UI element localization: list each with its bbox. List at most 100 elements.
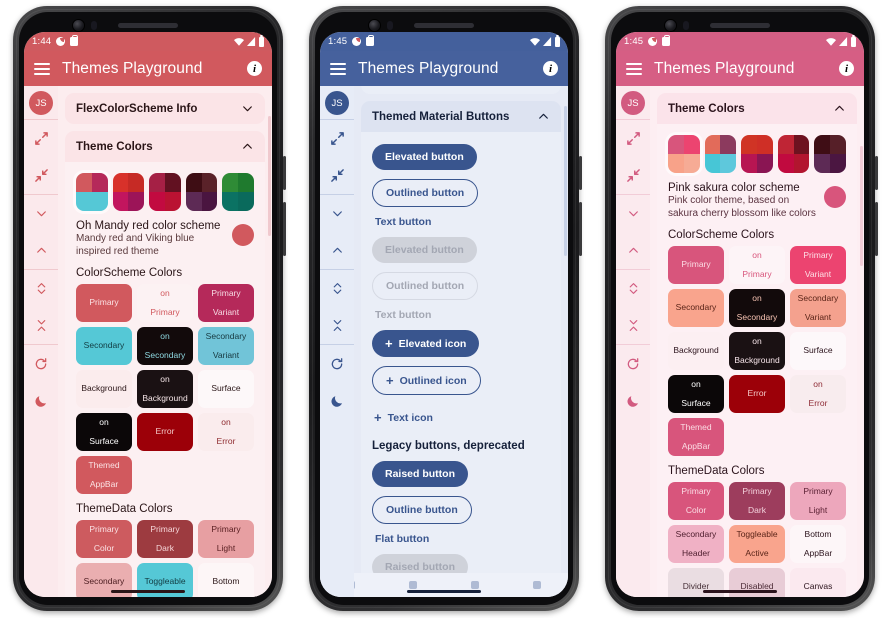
color-chip: on Background (137, 370, 193, 408)
color-chip: Toggleable Active (729, 525, 785, 563)
color-scheme-swatch-row[interactable] (76, 165, 254, 217)
card-page-examples-partial[interactable] (361, 86, 561, 94)
scheme-color-dot[interactable] (824, 186, 846, 208)
info-icon[interactable]: i (839, 61, 854, 76)
card-theme-colors[interactable]: Theme Colors Oh Mandy red color scheme M… (65, 131, 265, 597)
rail-chevron-up-button[interactable] (24, 232, 58, 269)
chevron-down-icon[interactable] (241, 102, 254, 115)
rail-dark-mode-button[interactable] (320, 382, 354, 419)
text-button[interactable]: Text button (375, 216, 550, 228)
color-chip-label: Secondary (205, 330, 247, 341)
volume-button[interactable] (283, 156, 286, 190)
rail-chevron-down-button[interactable] (24, 195, 58, 232)
card-flexcolorscheme-info[interactable]: FlexColorScheme Info (65, 93, 265, 124)
color-scheme-swatch[interactable] (185, 173, 218, 211)
rail-expand-arrows-button[interactable] (24, 120, 58, 157)
bottom-nav-item[interactable] (471, 581, 479, 589)
avatar[interactable]: JS (29, 91, 53, 115)
rail-expand-arrows-button[interactable] (616, 120, 650, 157)
card-header[interactable]: Theme Colors (65, 131, 265, 162)
rail-reset-button[interactable] (616, 345, 650, 382)
power-button[interactable] (875, 202, 878, 256)
elevated-button[interactable]: Elevated button (372, 144, 477, 170)
scrollbar[interactable] (860, 146, 863, 266)
rail-dark-mode-button[interactable] (616, 382, 650, 419)
scrollbar[interactable] (564, 106, 567, 256)
chevron-up-icon[interactable] (241, 140, 254, 153)
text-button[interactable]: + Text icon (372, 404, 446, 431)
rail-collapse-vertical-button[interactable] (616, 307, 650, 344)
rail-chevron-down-button[interactable] (320, 195, 354, 232)
power-button[interactable] (579, 202, 582, 256)
color-scheme-swatch[interactable] (704, 135, 737, 173)
reset-icon (35, 357, 47, 369)
rail-collapse-vertical-button[interactable] (320, 307, 354, 344)
rail-collapse-arrows-button[interactable] (616, 157, 650, 194)
elevated-button[interactable]: Raised button (372, 461, 468, 487)
rail-chevron-down-button[interactable] (616, 195, 650, 232)
color-chip-label: on (160, 330, 170, 341)
color-scheme-swatch[interactable] (814, 135, 846, 173)
bottom-navigation-bar[interactable] (320, 573, 568, 597)
outlined-button[interactable]: Outlined button (372, 179, 479, 207)
color-chip-label: Primary (150, 523, 180, 534)
card-header[interactable]: Themed Material Buttons (361, 101, 561, 132)
outlined-button[interactable]: Outline button (372, 496, 472, 524)
rail-expand-arrows-button[interactable] (320, 120, 354, 157)
hamburger-menu-icon[interactable] (34, 62, 50, 75)
color-scheme-swatch[interactable] (76, 173, 108, 211)
card-theme-colors[interactable]: Theme Colors Pink sakura color scheme Pi… (657, 93, 857, 597)
settings-content[interactable]: Themed Material Buttons Elevated button O… (354, 86, 568, 597)
color-scheme-swatch[interactable] (741, 135, 773, 173)
rail-expand-vertical-button[interactable] (24, 270, 58, 307)
color-scheme-swatch[interactable] (112, 173, 145, 211)
elevated-button[interactable]: + Elevated icon (372, 330, 480, 357)
bottom-nav-item[interactable] (533, 581, 541, 589)
card-header[interactable]: Theme Colors (657, 93, 857, 124)
color-scheme-swatch[interactable] (777, 135, 810, 173)
hamburger-menu-icon[interactable] (330, 62, 346, 75)
rail-collapse-arrows-button[interactable] (320, 157, 354, 194)
swatch-quadrant (756, 154, 773, 173)
scrollbar[interactable] (268, 116, 271, 236)
card-header[interactable]: FlexColorScheme Info (65, 93, 265, 124)
settings-content[interactable]: Theme Colors Pink sakura color scheme Pi… (650, 86, 864, 597)
rail-dark-mode-button[interactable] (24, 382, 58, 419)
rail-collapse-vertical-button[interactable] (24, 307, 58, 344)
rail-reset-button[interactable] (24, 345, 58, 382)
color-scheme-swatch-row[interactable] (668, 127, 846, 179)
chevron-up-icon[interactable] (537, 110, 550, 123)
hamburger-menu-icon[interactable] (626, 62, 642, 75)
color-chip-label: Canvas (803, 581, 833, 592)
volume-button[interactable] (579, 156, 582, 190)
card-themed-material-buttons[interactable]: Themed Material Buttons Elevated button O… (361, 101, 561, 597)
scheme-color-dot[interactable] (232, 224, 254, 246)
color-chip-label: on (221, 416, 231, 427)
rail-chevron-up-button[interactable] (320, 232, 354, 269)
rail-reset-button[interactable] (320, 345, 354, 382)
power-button[interactable] (283, 202, 286, 256)
color-scheme-swatch[interactable] (668, 135, 700, 173)
status-bar: 1:44 (24, 32, 272, 51)
info-icon[interactable]: i (247, 61, 262, 76)
chevron-up-icon[interactable] (833, 102, 846, 115)
info-icon[interactable]: i (543, 61, 558, 76)
bottom-nav-item[interactable] (409, 581, 417, 589)
outlined-button[interactable]: + Outlined icon (372, 366, 481, 395)
swatch-quadrant (128, 173, 145, 192)
avatar[interactable]: JS (325, 91, 349, 115)
color-scheme-swatch[interactable] (222, 173, 254, 211)
rail-expand-vertical-button[interactable] (616, 270, 650, 307)
color-chip-label: Light (216, 542, 236, 553)
text-button[interactable]: Flat button (375, 533, 550, 545)
rail-expand-vertical-button[interactable] (320, 270, 354, 307)
rail-collapse-arrows-button[interactable] (24, 157, 58, 194)
volume-button[interactable] (875, 156, 878, 190)
color-scheme-swatch[interactable] (149, 173, 181, 211)
rail-chevron-up-button[interactable] (616, 232, 650, 269)
settings-content[interactable]: FlexColorScheme Info Theme Colors Oh Man… (58, 86, 272, 597)
avatar[interactable]: JS (621, 91, 645, 115)
button-label: Elevated button (385, 244, 464, 256)
button-label: Elevated icon (398, 337, 467, 350)
expand-arrows-icon (34, 132, 48, 145)
